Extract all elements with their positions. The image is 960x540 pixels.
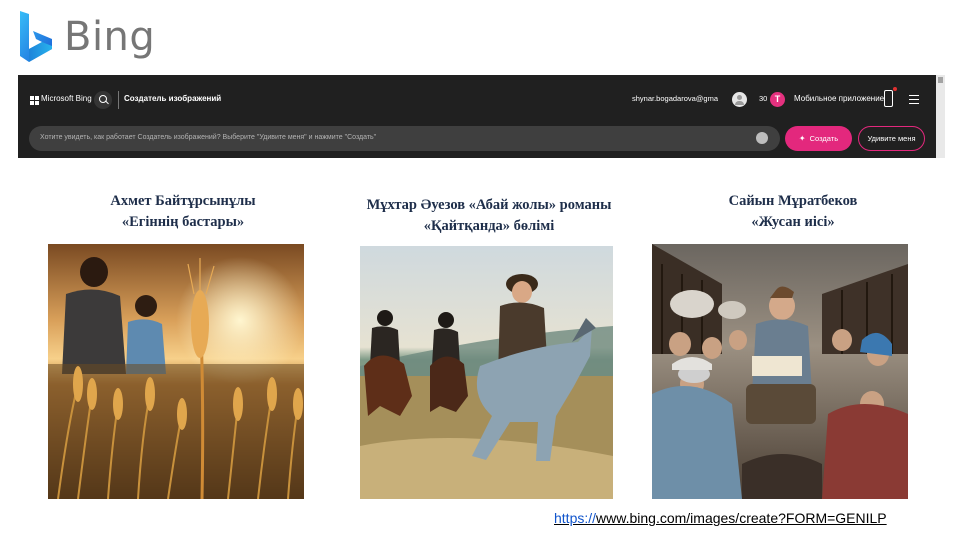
source-link[interactable]: https://www.bing.com/images/create?FORM=… [554,510,887,526]
bing-logo: Bing [16,8,155,66]
top-navigation: Microsoft Bing Создатель изображений shy… [18,75,936,125]
surprise-me-button[interactable]: Удивите меня [858,126,925,151]
coin-icon[interactable]: Т [770,92,785,107]
image-upload-icon[interactable] [756,132,768,144]
search-icon[interactable] [94,91,112,109]
caption-author: Ахмет Байтұрсынұлы [110,193,256,209]
microsoft-grid-icon[interactable] [30,96,39,105]
nav-divider [118,91,119,109]
bing-logo-text: Bing [64,14,156,60]
caption-card-1: Ахмет Байтұрсынұлы «Егіннің бастары» [48,191,318,233]
scrollbar[interactable] [936,75,945,158]
caption-work: «Қайтқанда» бөлімі [423,218,555,234]
link-scheme: https:// [554,510,597,526]
avatar-icon[interactable] [732,92,747,107]
create-button-label: Создать [809,134,839,143]
brand-label[interactable]: Microsoft Bing [41,94,92,103]
children-story-image [652,244,908,499]
surprise-button-label: Удивите меня [867,134,916,143]
caption-card-3: Сайын Мұратбеков «Жусан иісі» [656,191,930,233]
user-email[interactable]: shynar.bogadarova@gmail.com [632,94,718,103]
horse-riders-image [360,246,613,499]
caption-work: «Жусан иісі» [751,214,835,230]
bing-image-creator-screenshot: Microsoft Bing Создатель изображений shy… [18,75,945,158]
phone-icon[interactable] [884,87,897,107]
menu-icon[interactable] [909,95,919,104]
coin-count: 30 [759,94,768,103]
sparkle-icon: ✦ [798,134,806,143]
caption-work: «Егіннің бастары» [121,214,245,230]
prompt-input[interactable]: Хотите увидеть, как работает Создатель и… [29,126,780,151]
caption-author: Сайын Мұратбеков [728,193,858,209]
wheat-field-image [48,244,304,499]
caption-author: Мұхтар Әуезов «Абай жолы» романы [366,197,612,213]
create-button[interactable]: ✦ Создать [785,126,852,151]
page-title[interactable]: Создатель изображений [124,94,221,103]
caption-card-2: Мұхтар Әуезов «Абай жолы» романы «Қайтқа… [322,195,656,237]
bing-logo-icon [20,11,52,62]
mobile-app-link[interactable]: Мобильное приложение [794,94,884,103]
link-url: www.bing.com/images/create?FORM=GENILP [596,510,887,526]
prompt-placeholder: Хотите увидеть, как работает Создатель и… [40,134,377,141]
